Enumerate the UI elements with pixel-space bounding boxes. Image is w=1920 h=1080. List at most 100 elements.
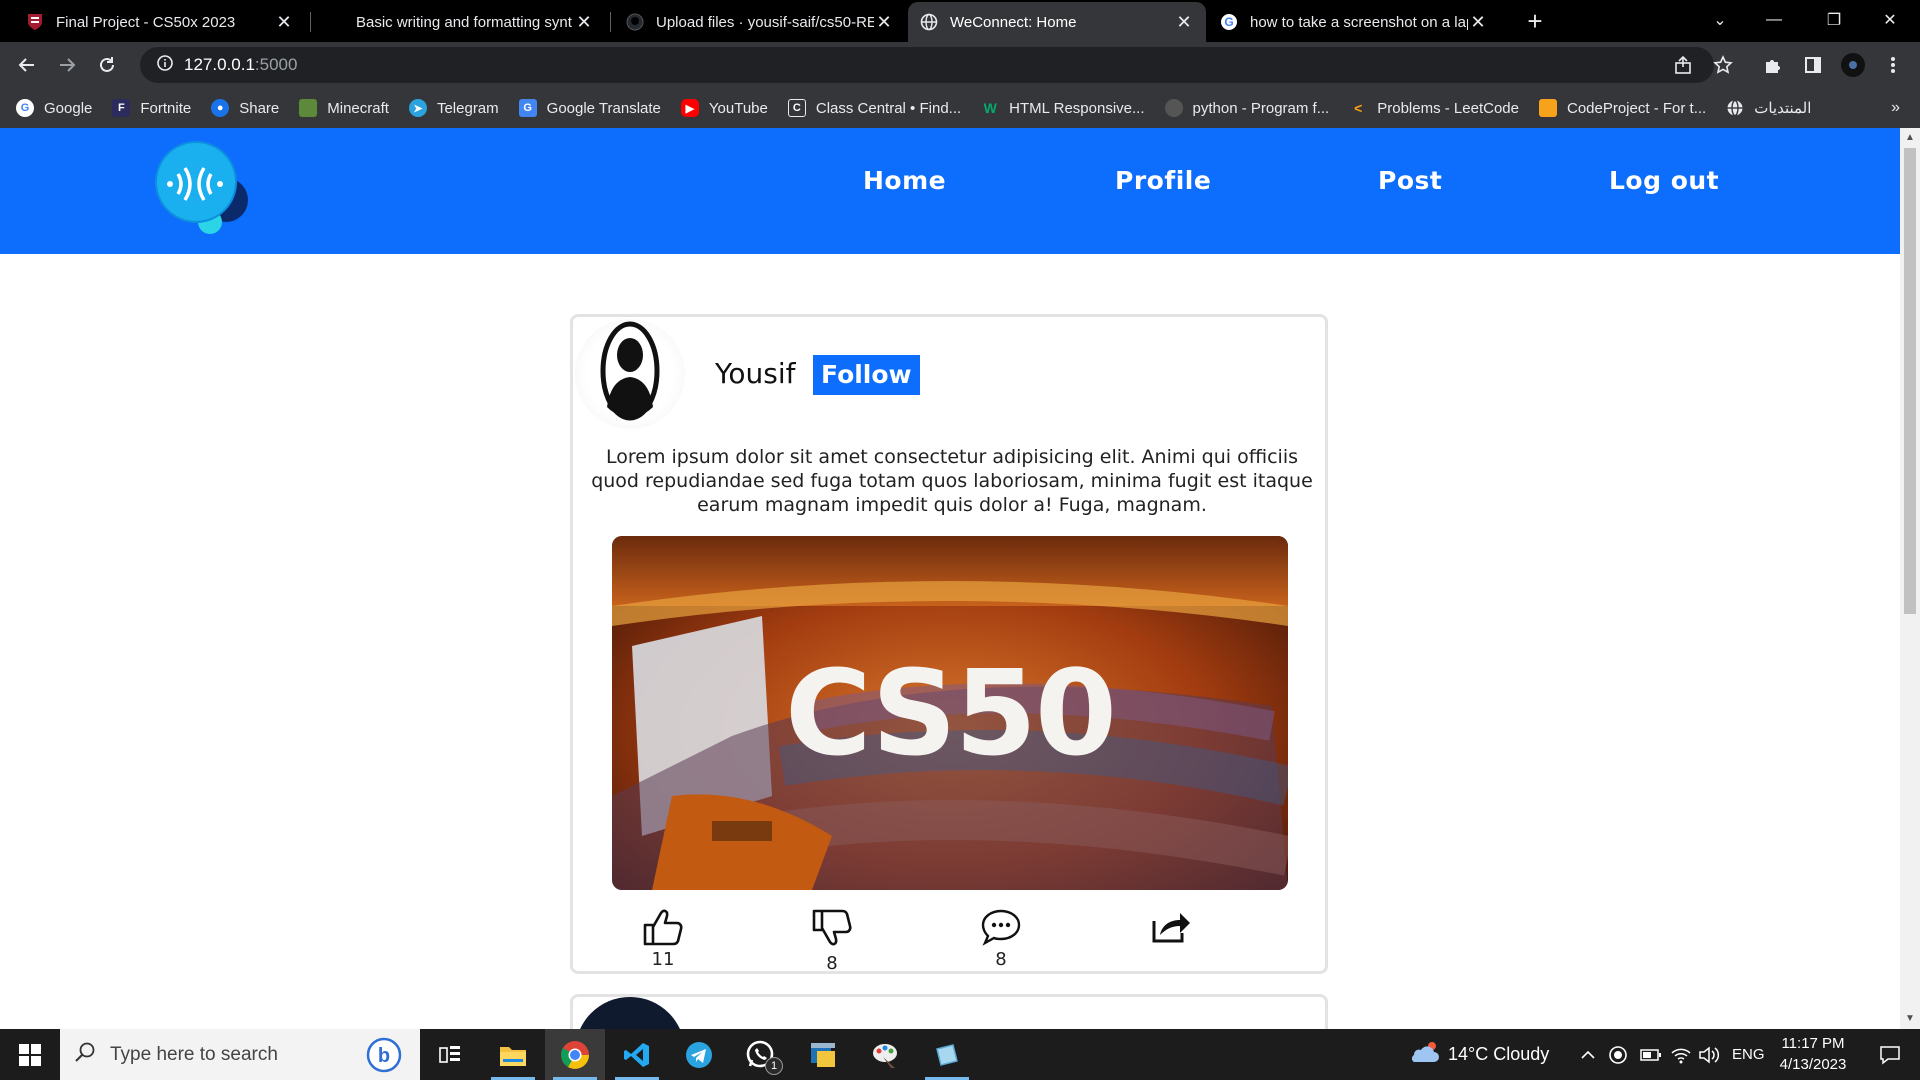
bookmark-minecraft[interactable]: Minecraft <box>299 99 389 117</box>
like-action[interactable]: 11 <box>633 907 693 970</box>
post-username[interactable]: Yousif <box>715 357 796 390</box>
clock-date: 4/13/2023 <box>1779 1056 1847 1073</box>
record-icon[interactable] <box>1608 1029 1628 1080</box>
more-menu-icon[interactable] <box>1878 50 1908 80</box>
file-explorer-icon[interactable] <box>483 1029 543 1080</box>
scrollbar-thumb[interactable] <box>1904 148 1916 614</box>
taskbar-clock[interactable]: 11:17 PM 4/13/2023 <box>1768 1033 1858 1075</box>
nav-logout[interactable]: Log out <box>1609 166 1719 195</box>
close-icon[interactable]: ✕ <box>1174 12 1194 32</box>
tab-title: Basic writing and formatting synt <box>356 13 572 31</box>
profile-avatar-icon[interactable] <box>1838 50 1868 80</box>
clock-time: 11:17 PM <box>1781 1035 1845 1052</box>
snipping-tool-icon[interactable] <box>917 1029 977 1080</box>
taskbar-search-box[interactable]: Type here to search b <box>60 1029 420 1080</box>
svg-text:G: G <box>1224 15 1233 29</box>
bookmark-leetcode[interactable]: < Problems - LeetCode <box>1349 99 1519 117</box>
notifications-icon[interactable] <box>1870 1029 1910 1080</box>
battery-icon[interactable] <box>1640 1029 1662 1080</box>
bing-icon[interactable]: b <box>366 1037 402 1078</box>
bookmark-google-translate[interactable]: G Google Translate <box>518 99 661 117</box>
bookmark-w3schools[interactable]: W HTML Responsive... <box>981 99 1145 117</box>
tab-github-upload[interactable]: Upload files · yousif-saif/cs50-RE ✕ <box>614 2 906 42</box>
show-hidden-icons-chevron-icon[interactable] <box>1580 1029 1596 1080</box>
tab-markdown[interactable]: Basic writing and formatting synt ✕ <box>314 2 606 42</box>
bookmark-youtube[interactable]: ▶ YouTube <box>680 99 768 117</box>
tab-title: how to take a screenshot on a lap <box>1250 13 1468 31</box>
reload-icon[interactable] <box>92 50 122 80</box>
globe-icon <box>920 13 938 31</box>
telegram-icon[interactable] <box>669 1029 729 1080</box>
bookmarks-bar: G Google F Fortnite ● Share Minecraft ➤ Tele… <box>0 88 1920 128</box>
tab-final-project[interactable]: Final Project - CS50x 2023 ✕ <box>14 2 306 42</box>
site-info-icon[interactable] <box>156 54 174 77</box>
tab-weconnect-home[interactable]: WeConnect: Home ✕ <box>908 2 1206 42</box>
volume-icon[interactable] <box>1698 1029 1720 1080</box>
comment-bubble-icon <box>981 909 1021 946</box>
bookmark-class-central[interactable]: C Class Central • Find... <box>787 99 961 117</box>
close-icon[interactable]: ✕ <box>274 12 294 32</box>
python-idle-icon[interactable] <box>793 1029 853 1080</box>
browser-toolbar: 127.0.0.1:5000 <box>0 42 1920 88</box>
input-language[interactable]: ENG <box>1732 1029 1765 1080</box>
scroll-down-arrow-icon[interactable]: ▼ <box>1900 1011 1920 1027</box>
bookmark-codeproject[interactable]: CodeProject - For t... <box>1538 99 1706 117</box>
thumbs-up-icon <box>643 909 683 946</box>
follow-button[interactable]: Follow <box>813 355 920 395</box>
nav-profile[interactable]: Profile <box>1115 166 1211 195</box>
back-arrow-icon[interactable] <box>12 50 42 80</box>
bookmarks-overflow-chevron-icon[interactable]: » <box>1891 88 1900 128</box>
tab-divider <box>310 12 311 32</box>
whatsapp-icon[interactable]: 1 <box>731 1029 791 1080</box>
tab-google-search[interactable]: G how to take a screenshot on a lap ✕ <box>1208 2 1500 42</box>
minimize-button[interactable]: — <box>1746 0 1802 40</box>
user-avatar[interactable] <box>575 319 685 429</box>
vscode-icon[interactable] <box>607 1029 667 1080</box>
restore-button[interactable]: ❐ <box>1806 0 1862 40</box>
classcentral-icon: C <box>787 99 806 117</box>
paint-icon[interactable] <box>855 1029 915 1080</box>
windows-start-icon[interactable] <box>0 1029 60 1080</box>
task-view-icon[interactable] <box>420 1029 480 1080</box>
side-panel-icon[interactable] <box>1798 50 1828 80</box>
tab-search-chevron-icon[interactable]: ⌄ <box>1692 0 1748 40</box>
address-bar[interactable]: 127.0.0.1:5000 <box>140 47 1714 83</box>
search-placeholder: Type here to search <box>110 1043 278 1065</box>
close-icon[interactable]: ✕ <box>874 12 894 32</box>
close-icon[interactable]: ✕ <box>1468 12 1488 32</box>
window-close-button[interactable]: ✕ <box>1862 0 1918 40</box>
extensions-puzzle-icon[interactable] <box>1758 50 1788 80</box>
page-scrollbar[interactable]: ▲ ▼ <box>1900 128 1920 1029</box>
dislike-action[interactable]: 8 <box>802 907 862 974</box>
post-card: Yousif Follow Lorem ipsum dolor sit amet… <box>570 314 1328 974</box>
w3schools-icon: W <box>983 100 997 116</box>
bookmark-google[interactable]: G Google <box>16 99 92 117</box>
share-page-icon[interactable] <box>1668 50 1698 80</box>
bookmark-fortnite[interactable]: F Fortnite <box>112 99 191 117</box>
bookmark-telegram[interactable]: ➤ Telegram <box>408 99 499 117</box>
weather-widget[interactable]: 14°C Cloudy <box>1408 1029 1549 1080</box>
nav-home[interactable]: Home <box>863 166 946 195</box>
weconnect-logo[interactable] <box>154 140 254 236</box>
google-icon: G <box>1220 13 1238 31</box>
bookmark-forums[interactable]: المنتديات <box>1726 99 1811 117</box>
stackoverflow-icon <box>1164 99 1183 117</box>
nav-post[interactable]: Post <box>1378 166 1442 195</box>
wifi-icon[interactable] <box>1670 1029 1692 1080</box>
forward-arrow-icon[interactable] <box>52 50 82 80</box>
comment-action[interactable]: 8 <box>971 907 1031 970</box>
user-avatar[interactable] <box>575 997 685 1029</box>
tab-title: Upload files · yousif-saif/cs50-RE <box>656 13 874 31</box>
chrome-icon[interactable] <box>545 1029 605 1080</box>
google-icon: G <box>16 99 34 117</box>
bookmark-stackoverflow[interactable]: python - Program f... <box>1164 99 1329 117</box>
bookmark-share[interactable]: ● Share <box>211 99 279 117</box>
post-image[interactable]: CS50 <box>612 536 1288 890</box>
svg-text:b: b <box>378 1045 390 1067</box>
bookmark-star-icon[interactable] <box>1708 50 1738 80</box>
new-tab-button[interactable]: + <box>1520 7 1550 35</box>
scroll-up-arrow-icon[interactable]: ▲ <box>1900 130 1920 146</box>
post-card <box>570 994 1328 1029</box>
close-icon[interactable]: ✕ <box>574 12 594 32</box>
share-action[interactable] <box>1140 907 1200 947</box>
